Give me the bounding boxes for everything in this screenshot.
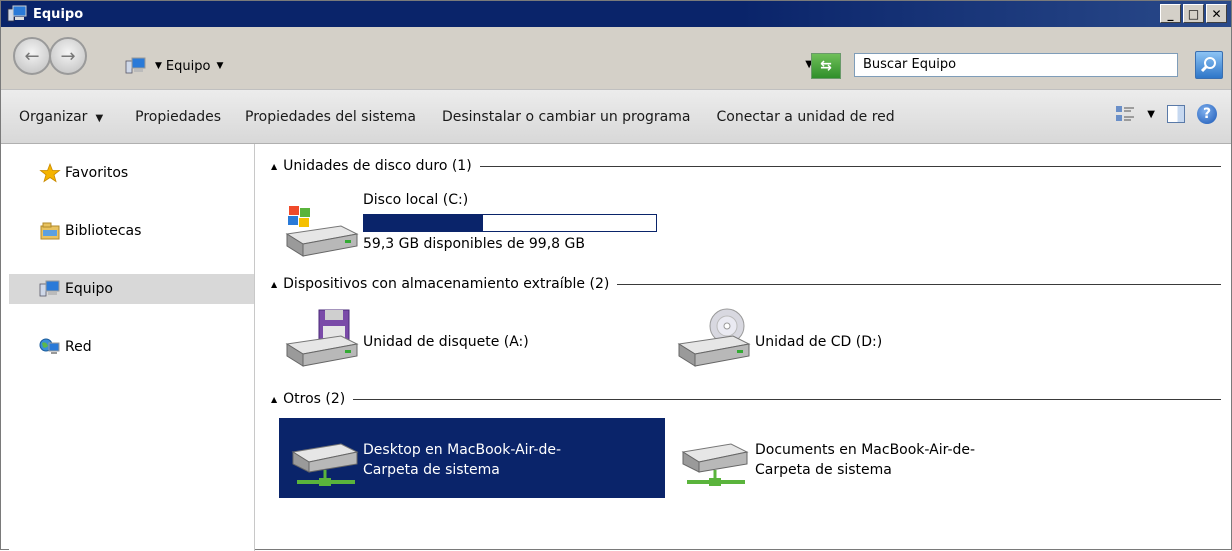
view-options-dropdown-icon[interactable]: ▼ xyxy=(1147,109,1155,120)
breadcrumb-dropdown-icon[interactable]: ▼ xyxy=(216,61,223,71)
divider xyxy=(617,284,1221,285)
disk-usage-bar xyxy=(363,214,657,232)
sidebar-item-label: Bibliotecas xyxy=(65,223,142,239)
network-location-documents[interactable]: Documents en MacBook-Air-de- Carpeta de … xyxy=(675,418,1075,498)
group-title: Unidades de disco duro (1) xyxy=(283,158,472,174)
group-header-other[interactable]: ▲ Otros (2) xyxy=(271,389,1221,409)
group-title: Otros (2) xyxy=(283,391,346,407)
refresh-button[interactable]: ⇆ xyxy=(811,53,841,79)
cd-drive-item[interactable]: Unidad de CD (D:) xyxy=(675,308,1055,378)
network-drive-icon xyxy=(289,436,361,492)
sidebar-item-equipo[interactable]: Equipo xyxy=(9,274,254,304)
forward-arrow-icon: → xyxy=(60,45,76,67)
network-drive-icon xyxy=(679,436,751,492)
content-pane: ▲ Unidades de disco duro (1) Disco local… xyxy=(257,144,1231,551)
search-input[interactable]: Buscar Equipo xyxy=(854,53,1178,77)
computer-icon xyxy=(39,279,61,299)
window-title: Equipo xyxy=(33,6,84,22)
sidebar-item-favoritos[interactable]: Favoritos xyxy=(9,158,254,188)
back-button[interactable]: ← xyxy=(13,37,51,75)
floppy-drive-icon xyxy=(283,308,359,367)
map-network-drive-button[interactable]: Conectar a unidad de red xyxy=(716,109,894,125)
collapse-caret-icon[interactable]: ▲ xyxy=(271,162,277,171)
network-location-type: Carpeta de sistema xyxy=(363,462,500,478)
organize-label: Organizar xyxy=(19,108,88,125)
change-view-icon[interactable] xyxy=(1115,104,1135,124)
star-icon xyxy=(39,162,61,183)
system-properties-button[interactable]: Propiedades del sistema xyxy=(245,109,416,125)
floppy-drive-item[interactable]: Unidad de disquete (A:) xyxy=(279,308,659,378)
group-header-removable[interactable]: ▲ Dispositivos con almacenamiento extraí… xyxy=(271,274,1221,294)
breadcrumb-equipo[interactable]: Equipo xyxy=(166,59,211,74)
breadcrumb-arrow-icon[interactable]: ▼ xyxy=(155,61,162,71)
sidebar-item-label: Favoritos xyxy=(65,165,129,181)
drive-name: Disco local (C:) xyxy=(363,192,469,208)
properties-button[interactable]: Propiedades xyxy=(135,109,221,125)
drive-c-item[interactable]: Disco local (C:) 59,3 GB disponibles de … xyxy=(279,192,699,262)
network-location-type: Carpeta de sistema xyxy=(755,462,892,478)
group-title: Dispositivos con almacenamiento extraíbl… xyxy=(283,276,610,292)
drive-name: Unidad de disquete (A:) xyxy=(363,334,529,350)
collapse-caret-icon[interactable]: ▲ xyxy=(271,395,277,404)
computer-icon xyxy=(125,57,147,75)
hard-drive-windows-icon xyxy=(283,204,359,260)
disk-usage-fill xyxy=(364,215,483,231)
network-location-name: Documents en MacBook-Air-de- xyxy=(755,442,976,458)
help-icon[interactable]: ? xyxy=(1197,104,1217,124)
group-header-hard-disks[interactable]: ▲ Unidades de disco duro (1) xyxy=(271,156,1221,176)
chevron-down-icon: ▼ xyxy=(95,112,104,124)
network-location-desktop[interactable]: Desktop en MacBook-Air-de- Carpeta de si… xyxy=(279,418,665,498)
sidebar-item-label: Equipo xyxy=(65,281,113,297)
drive-name: Unidad de CD (D:) xyxy=(755,334,883,350)
preview-pane-icon[interactable] xyxy=(1167,105,1185,123)
network-icon xyxy=(39,337,61,357)
navigation-pane: Favoritos Bibliotecas Equipo Red xyxy=(9,144,255,551)
command-bar: Organizar ▼ Propiedades Propiedades del s… xyxy=(1,90,1231,144)
maximize-button[interactable]: □ xyxy=(1183,4,1204,23)
divider xyxy=(479,166,1221,167)
explorer-window: Equipo _ □ ✕ ← → ▼ Equipo ▼ ▼ ⇆ Buscar E… xyxy=(0,0,1232,551)
network-location-name: Desktop en MacBook-Air-de- xyxy=(363,442,561,458)
address-row: ← → ▼ Equipo ▼ ▼ ⇆ Buscar Equipo xyxy=(1,27,1231,90)
computer-icon xyxy=(7,5,27,23)
address-bar[interactable]: ▼ Equipo ▼ ▼ xyxy=(121,51,843,81)
sidebar-item-label: Red xyxy=(65,339,92,355)
sidebar-item-bibliotecas[interactable]: Bibliotecas xyxy=(9,216,254,246)
title-bar: Equipo _ □ ✕ xyxy=(1,1,1231,27)
back-arrow-icon: ← xyxy=(24,45,40,67)
drive-free-space: 59,3 GB disponibles de 99,8 GB xyxy=(363,236,585,252)
collapse-caret-icon[interactable]: ▲ xyxy=(271,280,277,289)
minimize-button[interactable]: _ xyxy=(1160,4,1181,23)
organize-menu[interactable]: Organizar ▼ xyxy=(19,109,103,125)
sidebar-item-red[interactable]: Red xyxy=(9,332,254,362)
uninstall-program-button[interactable]: Desinstalar o cambiar un programa xyxy=(442,109,691,125)
search-icon xyxy=(1200,57,1216,73)
divider xyxy=(353,399,1221,400)
close-button[interactable]: ✕ xyxy=(1206,4,1227,23)
search-button[interactable] xyxy=(1195,51,1223,79)
library-icon xyxy=(39,221,61,241)
forward-button[interactable]: → xyxy=(49,37,87,75)
cd-drive-icon xyxy=(675,308,751,367)
refresh-icon: ⇆ xyxy=(820,58,832,74)
